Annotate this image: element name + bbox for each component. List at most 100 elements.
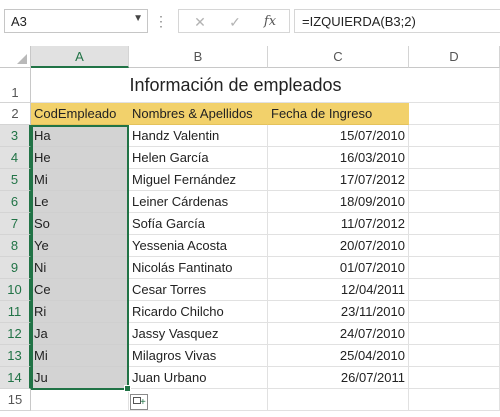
cell-d[interactable] xyxy=(409,125,500,147)
cell-name[interactable]: Ricardo Chilcho xyxy=(129,301,268,323)
name-box[interactable]: A3 ▼ xyxy=(4,9,148,33)
row-header-6[interactable]: 6 xyxy=(0,191,31,213)
cell-d[interactable] xyxy=(409,367,500,389)
cell-name[interactable]: Leiner Cárdenas xyxy=(129,191,268,213)
row-header-2[interactable]: 2 xyxy=(0,103,31,125)
cell-date-value: 01/07/2010 xyxy=(339,260,405,275)
cell-date[interactable]: 25/04/2010 xyxy=(268,345,409,367)
header-name-label: Nombres & Apellidos xyxy=(132,106,253,121)
sheet-title[interactable]: Información de empleados xyxy=(31,68,440,103)
cell-date[interactable]: 15/07/2010 xyxy=(268,125,409,147)
cell-code[interactable]: Ri xyxy=(31,301,129,323)
cell-date[interactable]: 26/07/2011 xyxy=(268,367,409,389)
cell-d[interactable] xyxy=(409,235,500,257)
cell-code-value: Ni xyxy=(34,260,47,275)
cell-d[interactable] xyxy=(409,191,500,213)
cell-row-15[interactable] xyxy=(31,389,129,411)
cell-d[interactable] xyxy=(409,301,500,323)
row-header-12[interactable]: 12 xyxy=(0,323,31,345)
row-header-9[interactable]: 9 xyxy=(0,257,31,279)
cell-name[interactable]: Handz Valentin xyxy=(129,125,268,147)
cell-code[interactable]: Ju xyxy=(31,367,129,389)
cell-d[interactable] xyxy=(409,345,500,367)
column-header-a[interactable]: A xyxy=(31,46,129,68)
cell-name[interactable]: Sofía García xyxy=(129,213,268,235)
header-name[interactable]: Nombres & Apellidos xyxy=(129,103,268,125)
row-header-8[interactable]: 8 xyxy=(0,235,31,257)
select-all-button[interactable] xyxy=(0,46,31,68)
chevron-down-icon[interactable]: ▼ xyxy=(133,13,143,24)
worksheet-grid[interactable]: A B C D 1 2 3 4 5 6 7 8 9 10 11 12 13 14 15 Información de … xyxy=(0,46,500,417)
cell-code[interactable]: Ye xyxy=(31,235,129,257)
cell-date-value: 15/07/2010 xyxy=(339,128,405,143)
cell-date[interactable]: 12/04/2011 xyxy=(268,279,409,301)
cell-row-15[interactable] xyxy=(409,389,500,411)
cell-row-15[interactable] xyxy=(268,389,409,411)
row-header-5[interactable]: 5 xyxy=(0,169,31,191)
cell-date-value: 12/04/2011 xyxy=(340,282,405,297)
row-header-13[interactable]: 13 xyxy=(0,345,31,367)
row-header-1[interactable]: 1 xyxy=(0,68,31,103)
cell-d[interactable] xyxy=(409,323,500,345)
column-header-d[interactable]: D xyxy=(409,46,500,68)
cell-d[interactable] xyxy=(409,169,500,191)
cell-d[interactable] xyxy=(409,213,500,235)
cell-date[interactable]: 24/07/2010 xyxy=(268,323,409,345)
cell-code[interactable]: Mi xyxy=(31,169,129,191)
more-options-icon[interactable]: ⋮ xyxy=(154,11,168,31)
cell-code-value: Ju xyxy=(34,370,48,385)
cell-name[interactable]: Cesar Torres xyxy=(129,279,268,301)
cell-code[interactable]: He xyxy=(31,147,129,169)
cancel-icon[interactable]: ✕ xyxy=(189,13,211,31)
cell-date[interactable]: 01/07/2010 xyxy=(268,257,409,279)
quick-analysis-icon[interactable] xyxy=(130,394,148,410)
header-date-label: Fecha de Ingreso xyxy=(271,106,373,121)
cell-d[interactable] xyxy=(409,257,500,279)
cell-code-value: Ja xyxy=(34,326,48,341)
cell-date[interactable]: 18/09/2010 xyxy=(268,191,409,213)
cell-name-value: Juan Urbano xyxy=(132,370,207,385)
check-icon[interactable]: ✓ xyxy=(224,13,246,31)
row-header-14[interactable]: 14 xyxy=(0,367,31,389)
cell-code[interactable]: Ce xyxy=(31,279,129,301)
column-header-c[interactable]: C xyxy=(268,46,409,68)
cell-name[interactable]: Miguel Fernández xyxy=(129,169,268,191)
insert-function-icon[interactable]: fx xyxy=(259,13,281,31)
cell-code[interactable]: Le xyxy=(31,191,129,213)
cell-date[interactable]: 23/11/2010 xyxy=(268,301,409,323)
cell-name-value: Handz Valentin xyxy=(132,128,220,143)
header-date[interactable]: Fecha de Ingreso xyxy=(268,103,409,125)
cell-date[interactable]: 20/07/2010 xyxy=(268,235,409,257)
cell-code[interactable]: Ha xyxy=(31,125,129,147)
cell-name[interactable]: Jassy Vasquez xyxy=(129,323,268,345)
header-code[interactable]: CodEmpleado xyxy=(31,103,129,125)
row-header-7[interactable]: 7 xyxy=(0,213,31,235)
column-header-b[interactable]: B xyxy=(129,46,268,68)
cell-code[interactable]: Ja xyxy=(31,323,129,345)
cell-row-15[interactable] xyxy=(129,389,268,411)
row-header-11[interactable]: 11 xyxy=(0,301,31,323)
cell-name[interactable]: Milagros Vivas xyxy=(129,345,268,367)
cell-d[interactable] xyxy=(409,147,500,169)
formula-buttons: ✕ ✓ fx xyxy=(178,9,290,33)
cell-d1[interactable] xyxy=(409,68,500,103)
cell-date[interactable]: 16/03/2010 xyxy=(268,147,409,169)
cell-name[interactable]: Juan Urbano xyxy=(129,367,268,389)
cell-d[interactable] xyxy=(409,279,500,301)
row-header-15[interactable]: 15 xyxy=(0,389,31,411)
cell-name-value: Ricardo Chilcho xyxy=(132,304,224,319)
cell-code[interactable]: Mi xyxy=(31,345,129,367)
cell-date[interactable]: 17/07/2012 xyxy=(268,169,409,191)
row-header-4[interactable]: 4 xyxy=(0,147,31,169)
formula-input[interactable]: =IZQUIERDA(B3;2) xyxy=(294,9,500,33)
cell-date[interactable]: 11/07/2012 xyxy=(268,213,409,235)
cell-code[interactable]: So xyxy=(31,213,129,235)
cell-name[interactable]: Helen García xyxy=(129,147,268,169)
row-header-3[interactable]: 3 xyxy=(0,125,31,147)
cell-name-value: Cesar Torres xyxy=(132,282,207,297)
row-header-10[interactable]: 10 xyxy=(0,279,31,301)
cell-code[interactable]: Ni xyxy=(31,257,129,279)
cell-name[interactable]: Nicolás Fantinato xyxy=(129,257,268,279)
cell-d2[interactable] xyxy=(409,103,500,125)
cell-name[interactable]: Yessenia Acosta xyxy=(129,235,268,257)
